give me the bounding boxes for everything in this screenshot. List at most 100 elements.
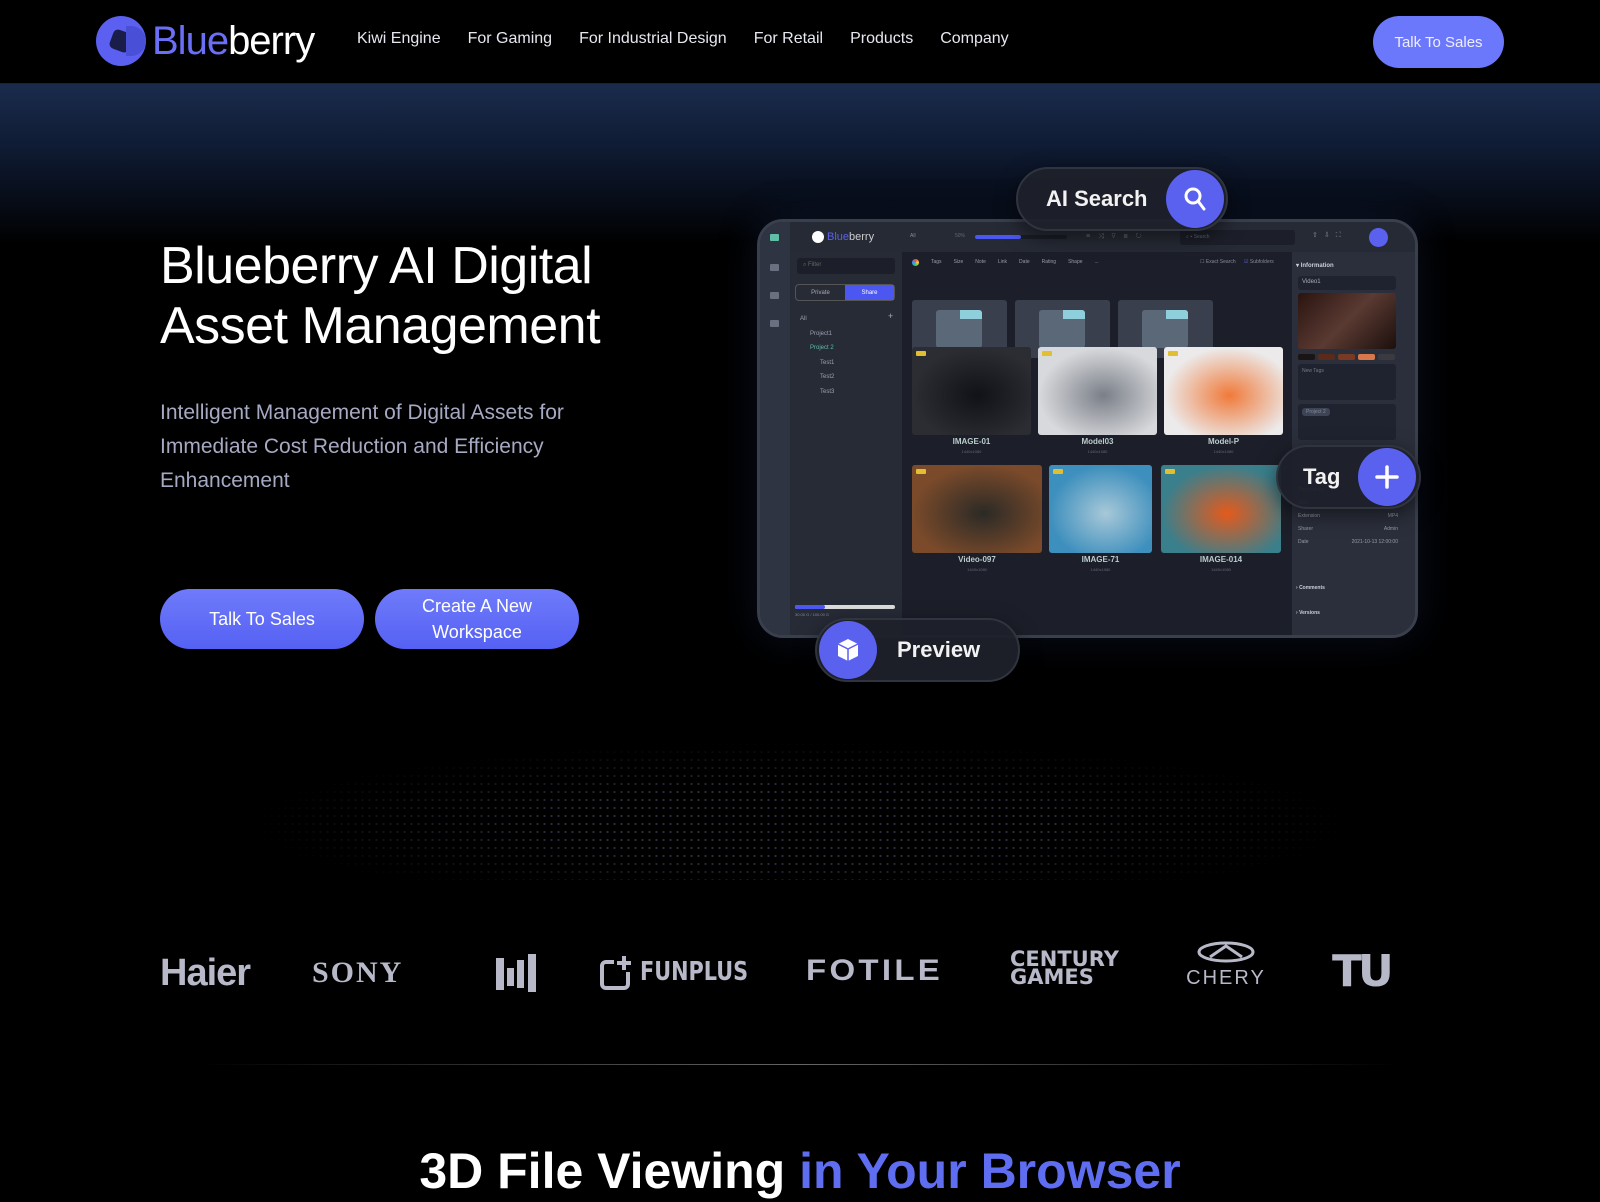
comments-section[interactable]: › Comments: [1296, 585, 1325, 591]
info-new-tags-field[interactable]: New Tags: [1298, 364, 1396, 400]
grid-icon: [770, 292, 779, 299]
mockup-zoom-slider[interactable]: [975, 235, 1067, 239]
mockup-filter-input[interactable]: ⌕ Filter: [797, 258, 895, 274]
mockup-private-share-toggle[interactable]: Private Share: [795, 284, 895, 301]
brand-name: Blueberry: [152, 21, 315, 61]
filter-chip[interactable]: ...: [1095, 259, 1099, 265]
asset-thumbnail[interactable]: [1038, 347, 1157, 435]
tree-item[interactable]: Test3: [800, 385, 834, 400]
color-swatch[interactable]: [1338, 354, 1355, 360]
logo-funplus: FUNPLUS: [600, 954, 775, 990]
nav-link-kiwi-engine[interactable]: Kiwi Engine: [357, 30, 441, 48]
tree-item[interactable]: All: [800, 312, 834, 327]
hero-title: Blueberry AI Digital Asset Management: [160, 237, 601, 355]
folder-icon: [770, 234, 779, 241]
filter-chip[interactable]: Size: [954, 259, 964, 265]
nav-talk-to-sales-button[interactable]: Talk To Sales: [1373, 16, 1504, 68]
cube-icon: [819, 621, 877, 679]
nav-links: Kiwi Engine For Gaming For Industrial De…: [357, 30, 1036, 48]
asset-thumbnail[interactable]: [912, 465, 1042, 553]
color-swatch[interactable]: [1298, 354, 1315, 360]
versions-section[interactable]: › Versions: [1296, 610, 1320, 616]
nav-link-for-gaming[interactable]: For Gaming: [468, 30, 552, 48]
file-type-badge: [1168, 351, 1178, 356]
mockup-avatar[interactable]: [1369, 228, 1388, 247]
info-preview-image: [1298, 293, 1396, 349]
mockup-icon-rail: [760, 222, 790, 635]
mockup-view-all[interactable]: All: [910, 233, 916, 239]
create-workspace-label: Create A New Workspace: [421, 596, 533, 642]
info-key: Sharer: [1298, 526, 1314, 532]
top-nav: Blueberry Kiwi Engine For Gaming For Ind…: [0, 0, 1600, 84]
asset-name: Model03: [1081, 437, 1114, 446]
filter-chip[interactable]: Shape: [1068, 259, 1082, 265]
versions-label: Versions: [1299, 610, 1320, 616]
asset-dimensions: 1440x1080: [1090, 567, 1111, 572]
add-folder-icon[interactable]: +: [888, 311, 893, 321]
nav-link-for-industrial-design[interactable]: For Industrial Design: [579, 30, 727, 48]
logo-chery: CHERY: [1176, 940, 1276, 990]
color-swatch[interactable]: [1318, 354, 1335, 360]
brand-logo[interactable]: Blueberry: [96, 16, 315, 66]
zoom-slider-fill: [975, 235, 1021, 239]
asset-thumbnail[interactable]: [1049, 465, 1152, 553]
tree-item[interactable]: Project1: [800, 327, 834, 342]
app-mockup: Blue berry All 50% ≡⤨⊽≣↻ ⌕ ▾ Search ⇧⇩⛶ ⌕…: [757, 219, 1418, 638]
seg-share[interactable]: Share: [845, 285, 894, 300]
asset-name: IMAGE-01: [952, 437, 991, 446]
tree-item[interactable]: Test1: [800, 356, 834, 371]
section-divider: [200, 1064, 1400, 1065]
talk-to-sales-button[interactable]: Talk To Sales: [160, 589, 364, 649]
color-swatch[interactable]: [1378, 354, 1395, 360]
filter-chip[interactable]: Note: [975, 259, 986, 265]
filter-chip[interactable]: Rating: [1042, 259, 1056, 265]
subfolders-checkbox[interactable]: ☑ Subfolders: [1244, 259, 1274, 265]
asset-dimensions: 1440x1080: [1087, 449, 1108, 454]
logo-funplus-text: FUNPLUS: [640, 957, 749, 987]
filter-chip[interactable]: Date: [1019, 259, 1030, 265]
comments-label: Comments: [1299, 585, 1325, 591]
asset-thumbnail[interactable]: [1164, 347, 1283, 435]
asset-dimensions: 1440x1080: [1211, 567, 1231, 572]
nav-link-company[interactable]: Company: [940, 30, 1008, 48]
subfolders-label: Subfolders: [1249, 259, 1274, 265]
exact-search-checkbox[interactable]: ☐ Exact Search: [1200, 259, 1236, 265]
mockup-storage-text: 30.00 G / 100.00 G: [795, 612, 830, 617]
color-swatch[interactable]: [1358, 354, 1375, 360]
info-header[interactable]: ▾ Information: [1296, 262, 1334, 269]
asset-thumbnail[interactable]: [912, 347, 1031, 435]
tree-item[interactable]: Test2: [800, 370, 834, 385]
seg-private[interactable]: Private: [796, 285, 845, 300]
asset-name: IMAGE-71: [1081, 555, 1120, 564]
logo-bars-icon: [496, 954, 540, 997]
asset-thumbnail[interactable]: [1161, 465, 1281, 553]
file-type-badge: [1165, 469, 1175, 474]
ai-search-pill[interactable]: AI Search: [1016, 167, 1228, 231]
tree-item[interactable]: Project 2: [800, 341, 834, 356]
mockup-brand-part2: berry: [849, 231, 875, 243]
nav-link-for-retail[interactable]: For Retail: [754, 30, 823, 48]
info-key: Extension: [1298, 513, 1320, 519]
grid-icon: [770, 264, 779, 271]
asset-dimensions: 1440x1080: [1213, 449, 1234, 454]
create-workspace-button[interactable]: Create A New Workspace: [375, 589, 579, 649]
info-name-field[interactable]: Video1: [1298, 276, 1396, 290]
mockup-brand-part1: Blue: [827, 231, 850, 243]
logo-fotile: FOTILE: [806, 954, 944, 987]
section-title-plain: 3D File Viewing: [419, 1143, 800, 1199]
asset-name: Model-P: [1207, 437, 1240, 446]
color-filter-icon[interactable]: [912, 258, 919, 266]
plus-icon: [1358, 448, 1416, 506]
ai-search-label: AI Search: [1046, 186, 1148, 211]
asset-name: Video-097: [958, 555, 996, 564]
filter-chip[interactable]: Link: [998, 259, 1007, 265]
nav-link-products[interactable]: Products: [850, 30, 913, 48]
mockup-zoom-percent: 50%: [955, 233, 966, 239]
preview-pill[interactable]: Preview: [815, 618, 1020, 682]
info-folder-chip[interactable]: Project 2: [1302, 408, 1330, 416]
filter-chip[interactable]: Tags: [931, 259, 942, 265]
mockup-logo-icon: [812, 231, 824, 243]
tag-pill[interactable]: Tag: [1276, 445, 1421, 509]
mockup-search-input[interactable]: ⌕ ▾ Search: [1180, 230, 1295, 245]
tag-label: Tag: [1303, 464, 1341, 489]
